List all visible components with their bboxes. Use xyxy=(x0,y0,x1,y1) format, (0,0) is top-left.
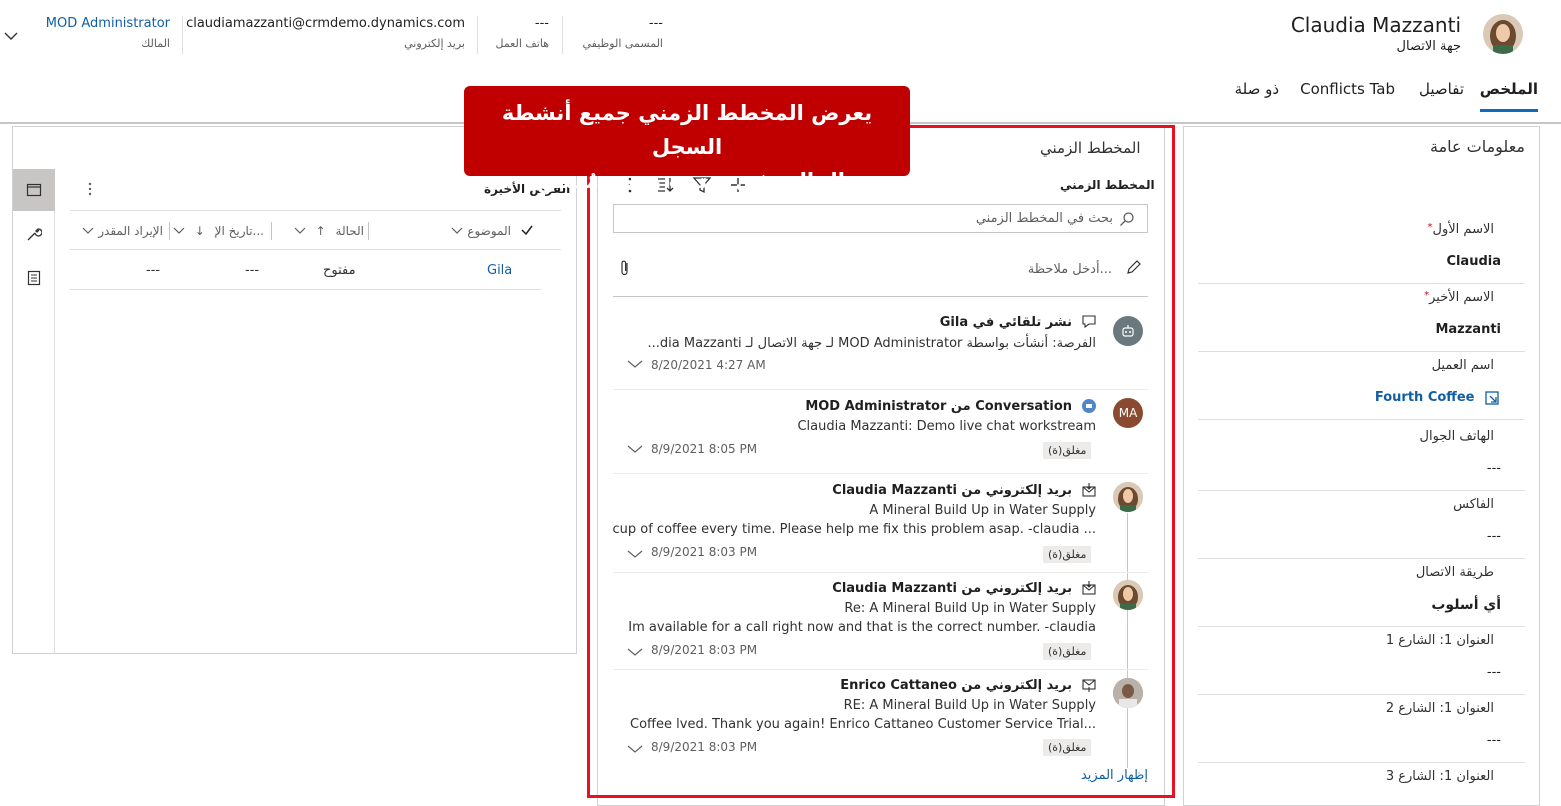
divider xyxy=(1198,626,1525,627)
divider xyxy=(182,16,183,54)
tab-related[interactable]: ذو صلة xyxy=(1235,80,1279,98)
timeline-highlight-box xyxy=(587,125,1175,798)
record-title: Claudia Mazzanti xyxy=(1290,13,1461,37)
checkmark-icon[interactable] xyxy=(520,223,534,237)
tab-conflicts[interactable]: Conflicts Tab xyxy=(1300,80,1395,98)
opportunity-revenue: --- xyxy=(146,263,161,278)
street3-label: العنوان 1: الشارع 3 xyxy=(1385,769,1494,784)
callout-tooltip: يعرض المخطط الزمني جميع أنشطة السجل الحا… xyxy=(464,86,910,193)
divider xyxy=(1198,558,1525,559)
header-field-email: claudiamazzanti@crmdemo.dynamics.com بري… xyxy=(186,16,465,50)
contact-method-field[interactable]: أي أسلوب xyxy=(1431,597,1501,613)
more-vertical-icon[interactable] xyxy=(83,181,97,197)
job-title-label: المسمى الوظيفي xyxy=(582,37,663,50)
divider xyxy=(1198,694,1525,695)
last-name-field[interactable]: Mazzanti xyxy=(1435,322,1501,337)
divider xyxy=(1198,419,1525,420)
street1-label: العنوان 1: الشارع 1 xyxy=(1385,633,1494,648)
last-name-label: *الاسم الأخير xyxy=(1424,290,1494,305)
divider xyxy=(1198,490,1525,491)
owner-value[interactable]: MOD Administrator xyxy=(46,16,170,31)
street1-field[interactable]: --- xyxy=(1487,665,1501,680)
select-all-checkbox[interactable] xyxy=(520,222,534,241)
opportunity-topic-link[interactable]: Gila xyxy=(487,263,512,278)
open-record-icon[interactable] xyxy=(1485,390,1499,405)
column-header-est-revenue[interactable]: الإيراد المقدر xyxy=(82,224,163,238)
table-row[interactable]: Gila مفتوح --- --- xyxy=(70,250,541,290)
header-field-job-title: --- المسمى الوظيفي xyxy=(582,16,663,50)
divider xyxy=(562,16,563,54)
chevron-down-icon xyxy=(452,227,463,234)
email-label: بريد إلكتروني xyxy=(404,37,465,50)
chevron-down-icon xyxy=(4,32,18,40)
divider xyxy=(1198,351,1525,352)
grid-view-button[interactable] xyxy=(13,169,55,211)
column-header-status[interactable]: ↑ الحالة xyxy=(294,224,364,238)
tab-details[interactable]: تفاصيل xyxy=(1419,80,1464,98)
divider xyxy=(477,16,478,54)
contact-avatar xyxy=(1483,14,1523,54)
business-phone-value: --- xyxy=(534,16,549,31)
opportunity-status: مفتوح xyxy=(323,263,356,278)
expand-header-button[interactable] xyxy=(4,26,18,45)
divider xyxy=(271,222,272,240)
header-field-owner: MOD Administrator المالك xyxy=(46,16,170,50)
header-field-business-phone: --- هاتف العمل xyxy=(495,16,549,50)
divider xyxy=(169,222,170,240)
divider xyxy=(70,210,561,211)
grid-view-icon[interactable] xyxy=(26,183,42,197)
contact-method-label: طريقة الاتصال xyxy=(1415,565,1494,580)
entity-name: جهة الاتصال xyxy=(1396,39,1461,54)
first-name-field[interactable]: Claudia xyxy=(1446,254,1501,269)
column-header-topic[interactable]: الموضوع xyxy=(451,224,511,238)
customer-name-label: اسم العميل xyxy=(1431,358,1494,373)
fax-label: الفاكس xyxy=(1453,497,1494,512)
fax-field[interactable]: --- xyxy=(1487,529,1501,544)
mobile-phone-label: الهاتف الجوال xyxy=(1419,429,1494,444)
street2-field[interactable]: --- xyxy=(1487,733,1501,748)
wrench-icon[interactable] xyxy=(26,226,42,242)
chevron-down-icon xyxy=(83,227,94,234)
tab-summary[interactable]: الملخص xyxy=(1479,80,1539,112)
sort-ascending-icon: ↑ xyxy=(315,224,326,238)
chevron-down-icon xyxy=(294,227,306,234)
owner-label: المالك xyxy=(141,37,170,50)
person-photo-icon xyxy=(1483,14,1523,54)
divider xyxy=(368,222,369,240)
first-name-label: *الاسم الأول xyxy=(1427,222,1494,237)
street2-label: العنوان 1: الشارع 2 xyxy=(1385,701,1494,716)
divider xyxy=(1198,283,1525,284)
mobile-phone-field[interactable]: --- xyxy=(1487,461,1501,476)
chevron-down-icon xyxy=(173,227,185,234)
opportunity-close-date: --- xyxy=(245,263,260,278)
recent-opportunities-section xyxy=(12,126,577,654)
sort-descending-icon: ↓ xyxy=(194,224,205,238)
column-header-close-date[interactable]: ↓ تاريخ الإ... xyxy=(173,224,264,238)
email-value[interactable]: claudiamazzanti@crmdemo.dynamics.com xyxy=(186,16,465,31)
form-button[interactable] xyxy=(13,257,55,299)
general-info-title: معلومات عامة xyxy=(1429,137,1525,156)
job-title-value: --- xyxy=(648,16,663,31)
business-phone-label: هاتف العمل xyxy=(495,37,549,50)
customer-name-link[interactable]: Fourth Coffee xyxy=(1375,390,1499,405)
tools-button[interactable] xyxy=(13,213,55,255)
document-icon[interactable] xyxy=(27,270,41,286)
divider xyxy=(1198,762,1525,763)
subgrid-more-button[interactable] xyxy=(83,181,97,201)
